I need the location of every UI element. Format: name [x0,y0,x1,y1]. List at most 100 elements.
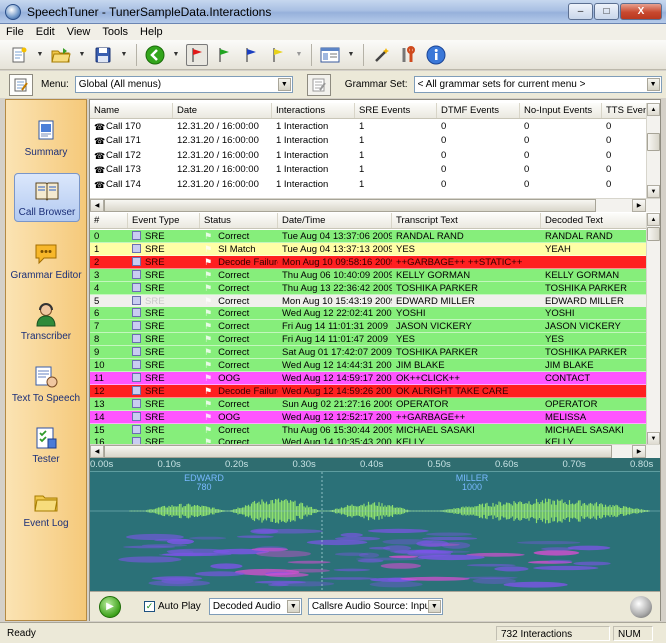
magic-wand-icon[interactable] [371,44,393,66]
view-layout-icon[interactable] [319,44,341,66]
status-flag-icon[interactable]: ⚑ [204,424,212,436]
event-row[interactable]: 1 SRE ⚑ SI Match Tue Aug 04 13:37:13 2009 YES… [90,242,646,256]
edit-menu-icon[interactable] [9,73,33,96]
status-flag-icon[interactable]: ⚑ [204,282,212,294]
status-flag-icon[interactable]: ⚑ [204,346,212,358]
status-flag-icon[interactable]: ⚑ [204,385,212,397]
waveform-spectrogram[interactable]: EDWARD 780 MILLER 1000 [90,472,660,591]
grammar-set-select[interactable]: < All grammar sets for current menu > ▼ [413,76,662,93]
back-dropdown-arrow-icon[interactable]: ▼ [171,44,181,66]
events-col-type[interactable]: Event Type [128,213,200,228]
event-row[interactable]: 0 SRE ⚑ Correct Tue Aug 04 13:37:06 2009 RAND… [90,230,646,243]
call-row[interactable]: ☎Call 173 12.31.20 / 16:00:00 1 Interactio… [90,163,646,177]
calls-col-sre[interactable]: SRE Events [355,103,437,118]
settings-tools-icon[interactable] [398,44,420,66]
status-flag-icon[interactable]: ⚑ [204,372,212,384]
status-flag-icon[interactable]: ⚑ [204,359,212,371]
scroll-thumb[interactable] [647,227,660,241]
scroll-right-icon[interactable]: ▶ [632,445,646,458]
chevron-down-icon[interactable]: ▼ [646,78,660,91]
nav-tester[interactable]: Tester [6,425,86,465]
status-flag-icon[interactable]: ⚑ [204,398,212,410]
new-dropdown-arrow-icon[interactable]: ▼ [35,44,45,66]
status-flag-icon[interactable]: ⚑ [204,269,212,281]
scroll-up-icon[interactable]: ▲ [647,103,660,116]
events-vertical-scrollbar[interactable]: ▲ ▼ [646,213,660,445]
event-row[interactable]: 11 SRE ⚑ OOG Wed Aug 12 14:59:17 2009 OK++CLI… [90,371,646,385]
menu-tools[interactable]: Tools [102,26,128,38]
scroll-thumb[interactable] [104,199,596,212]
calls-col-dtmf[interactable]: DTMF Events [437,103,520,118]
menu-file[interactable]: File [6,26,24,38]
scroll-left-icon[interactable]: ◀ [90,199,104,212]
menu-edit[interactable]: Edit [36,26,55,38]
scroll-down-icon[interactable]: ▼ [647,185,660,198]
calls-horizontal-scrollbar[interactable]: ◀ ▶ [90,198,660,212]
chevron-down-icon[interactable]: ▼ [277,78,291,91]
view-dropdown-arrow-icon[interactable]: ▼ [346,44,356,66]
play-icon[interactable]: ▶ [99,595,121,618]
scroll-right-icon[interactable]: ▶ [632,199,646,212]
events-col-status[interactable]: Status [200,213,278,228]
info-icon[interactable] [425,44,447,66]
close-button[interactable]: X [620,3,662,20]
green-flag-icon[interactable] [213,44,235,66]
events-col-transcript[interactable]: Transcript Text [392,213,541,228]
calls-col-interactions[interactable]: Interactions [272,103,355,118]
save-dropdown-arrow-icon[interactable]: ▼ [119,44,129,66]
auto-play-checkbox[interactable]: ✓ [144,601,155,612]
event-row[interactable]: 15 SRE ⚑ Correct Thu Aug 06 15:30:44 2009 MIC… [90,423,646,437]
event-row[interactable]: 13 SRE ⚑ Correct Sun Aug 02 21:27:16 2009 OPE… [90,397,646,411]
event-row[interactable]: 6 SRE ⚑ Correct Wed Aug 12 22:02:41 2009 YOSH… [90,307,646,321]
nav-transcriber[interactable]: Transcriber [6,302,86,342]
event-row[interactable]: 9 SRE ⚑ Correct Sat Aug 01 17:42:07 2009 TOSH… [90,346,646,360]
status-flag-icon[interactable]: ⚑ [204,307,212,319]
status-flag-icon[interactable]: ⚑ [204,333,212,345]
save-disk-icon[interactable] [92,44,114,66]
event-row[interactable]: 2 SRE ⚑ Decode Failure Mon Aug 10 09:58:16 2… [90,255,646,269]
menu-select[interactable]: Global (All menus) ▼ [74,76,293,93]
nav-event-log[interactable]: Event Log [6,489,86,529]
menu-view[interactable]: View [67,26,91,38]
flag-dropdown-arrow-icon[interactable]: ▼ [294,44,304,66]
open-folder-icon[interactable] [50,44,72,66]
call-row[interactable]: ☎Call 170 12.31.20 / 16:00:00 1 Interactio… [90,120,646,134]
speaker-volume-icon[interactable] [630,596,652,618]
scroll-left-icon[interactable]: ◀ [90,445,104,458]
events-col-datetime[interactable]: Date/Time [278,213,392,228]
minimize-button[interactable]: – [568,3,593,20]
event-row[interactable]: 8 SRE ⚑ Correct Fri Aug 14 11:01:47 2009 YES Y… [90,333,646,347]
status-flag-icon[interactable]: ⚑ [204,411,212,423]
event-row[interactable]: 3 SRE ⚑ Correct Thu Aug 06 10:40:09 2009 KELL… [90,268,646,282]
status-flag-icon[interactable]: ⚑ [204,230,212,242]
scroll-thumb[interactable] [104,445,612,458]
status-flag-icon[interactable]: ⚑ [204,256,212,268]
event-row[interactable]: 12 SRE ⚑ Decode Failure Wed Aug 12 14:59:26 … [90,384,646,398]
calls-vertical-scrollbar[interactable]: ▲ ▼ [646,103,660,198]
status-flag-icon[interactable]: ⚑ [204,295,212,307]
call-row[interactable]: ☎Call 172 12.31.20 / 16:00:00 1 Interactio… [90,149,646,163]
open-dropdown-arrow-icon[interactable]: ▼ [77,44,87,66]
call-row[interactable]: ☎Call 171 12.31.20 / 16:00:00 1 Interactio… [90,134,646,148]
waveform-panel[interactable]: 0.00s 0.10s 0.20s 0.30s 0.40s 0.50s 0.60s 0.70s… [90,458,660,591]
calls-col-name[interactable]: Name [90,103,173,118]
chevron-down-icon[interactable]: ▼ [286,600,300,613]
status-flag-icon[interactable]: ⚑ [204,320,212,332]
menu-help[interactable]: Help [140,26,163,38]
event-row[interactable]: 4 SRE ⚑ Correct Thu Aug 13 22:36:42 2009 TOSH… [90,281,646,295]
maximize-button[interactable]: □ [594,3,619,20]
calls-col-noinput[interactable]: No-Input Events [520,103,602,118]
back-arrow-icon[interactable] [144,44,166,66]
calls-col-date[interactable]: Date [173,103,272,118]
red-flag-icon[interactable] [186,43,208,66]
audio-source-select[interactable]: Callsre Audio Source: Input ▼ [307,598,443,615]
event-row[interactable]: 14 SRE ⚑ OOG Wed Aug 12 12:52:17 2009 ++GARBA… [90,410,646,424]
events-horizontal-scrollbar[interactable]: ◀ ▶ [90,444,660,458]
edit-grammar-icon[interactable] [306,73,331,96]
new-document-icon[interactable] [8,44,30,66]
scroll-thumb[interactable] [647,133,660,151]
scroll-up-icon[interactable]: ▲ [647,213,660,226]
nav-call-browser[interactable]: Call Browser [14,173,80,222]
event-row[interactable]: 7 SRE ⚑ Correct Fri Aug 14 11:01:31 2009 JASO… [90,320,646,334]
nav-grammar-editor[interactable]: Grammar Editor [6,241,86,281]
